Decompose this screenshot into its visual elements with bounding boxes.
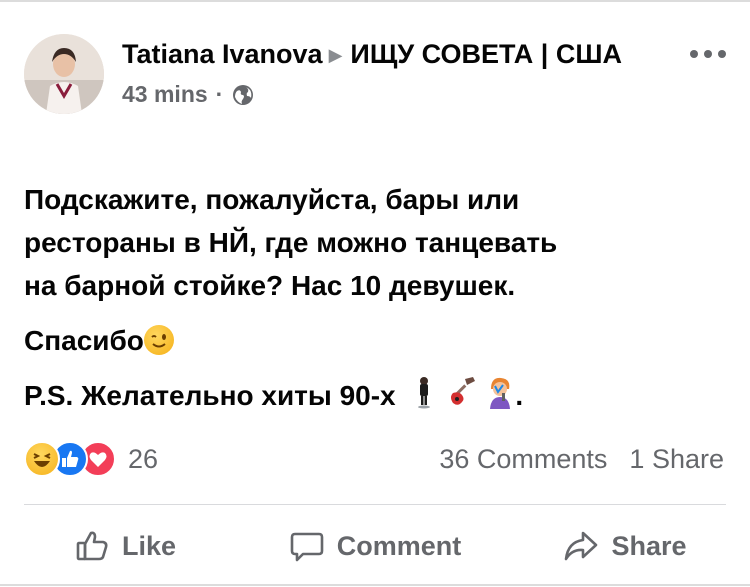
like-button[interactable]: Like: [0, 522, 250, 570]
post-body: Подскажите, пожалуйста, бары или рестора…: [24, 178, 724, 417]
bottom-border: [0, 584, 750, 586]
post-header: Tatiana Ivanova ▶ ИЩУ СОВЕТА | США 43 mins…: [122, 36, 662, 108]
avatar-photo: [24, 34, 104, 114]
thanks-text: Спасибо: [24, 325, 144, 356]
top-border: [0, 0, 750, 2]
engagement-counts: 36 Comments 1 Share: [439, 444, 724, 475]
post-meta: 43 mins ·: [122, 81, 662, 108]
like-label: Like: [121, 530, 177, 561]
comment-label: Comment: [336, 530, 462, 561]
post-title: Tatiana Ivanova ▶ ИЩУ СОВЕТА | США: [122, 36, 662, 73]
group-name[interactable]: ИЩУ СОВЕТА | США: [350, 39, 622, 69]
ps-end: .: [515, 380, 524, 411]
meta-separator: ·: [215, 81, 224, 107]
thanks-line: Спасибо: [24, 319, 724, 362]
body-line: Подскажите, пожалуйста, бары или: [24, 184, 520, 215]
comments-count[interactable]: 36 Comments: [439, 444, 607, 475]
haha-icon: [24, 441, 60, 477]
ps-text: P.S. Желательно хиты 90-х: [24, 380, 396, 411]
share-button[interactable]: Share: [500, 522, 750, 570]
thumbs-up-icon: [76, 531, 108, 561]
man-in-suit-levitating-icon: [418, 377, 431, 409]
shares-count[interactable]: 1 Share: [629, 444, 724, 475]
action-bar: Like Comment Share: [0, 522, 750, 570]
comment-bubble-icon: [290, 532, 324, 562]
globe-icon: [233, 84, 254, 105]
more-options-icon[interactable]: [688, 44, 728, 64]
author-name[interactable]: Tatiana Ivanova: [122, 39, 323, 69]
share-arrow-icon: [565, 531, 598, 561]
guitar-icon: [451, 377, 476, 405]
wink-emoji-icon: [143, 325, 174, 355]
ps-line: P.S. Желательно хиты 90-х .: [24, 374, 724, 417]
singer-emoji-icon: [490, 377, 511, 409]
body-line: на барной стойке? Нас 10 девушек.: [24, 270, 516, 301]
post-time[interactable]: 43 mins: [122, 81, 208, 108]
share-label: Share: [611, 530, 687, 561]
comment-button[interactable]: Comment: [250, 522, 500, 570]
reactions-summary[interactable]: 26: [24, 441, 158, 477]
avatar[interactable]: [24, 34, 104, 114]
arrow-right-icon: ▶: [328, 45, 343, 65]
reaction-count[interactable]: 26: [128, 444, 158, 475]
body-line: рестораны в НЙ, где можно танцевать: [24, 227, 558, 258]
divider: [24, 504, 726, 505]
